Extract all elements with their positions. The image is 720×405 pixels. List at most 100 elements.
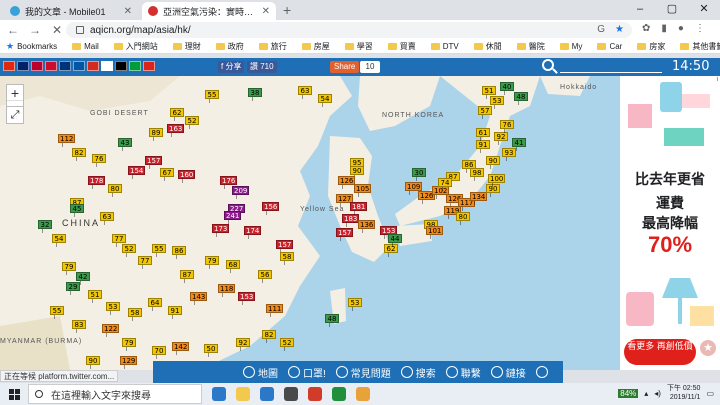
aqi-marker[interactable]: 29 (66, 282, 80, 295)
taskbar-clock[interactable]: 下午 02:50 2019/11/1 (667, 384, 700, 402)
aqi-marker[interactable]: 82 (262, 330, 276, 343)
tab-aqicn[interactable]: 亞洲空氣污染：實時空氣質量指數地圖 ✕ (142, 2, 276, 20)
address-bar[interactable]: aqicn.org/map/asia/hk/ G ★ (66, 22, 632, 38)
bookmark-bookmarks[interactable]: Bookmarks (17, 42, 57, 51)
bookmark-folder[interactable]: 買賣 (387, 41, 416, 52)
aqi-marker[interactable]: 87 (180, 270, 194, 283)
aqi-marker[interactable]: 79 (122, 338, 136, 351)
aqi-marker[interactable]: 76 (92, 154, 106, 167)
aqi-marker[interactable]: 118 (218, 284, 236, 297)
nav-mask[interactable]: 口罩! (288, 365, 326, 380)
nav-contact[interactable]: 聯繫 (445, 365, 481, 380)
aqi-marker[interactable]: 48 (514, 92, 528, 105)
back-arrow-icon[interactable]: ← (4, 23, 22, 37)
fullscreen-icon[interactable]: ⤢ (6, 106, 24, 124)
aqi-marker[interactable]: 153 (238, 292, 256, 305)
bookmark-folder[interactable]: 休閒 (473, 41, 502, 52)
aqi-marker[interactable]: 111 (266, 304, 284, 317)
aqi-marker[interactable]: 58 (280, 252, 294, 265)
aqi-marker[interactable]: 51 (482, 86, 496, 99)
aqi-marker[interactable]: 154 (128, 166, 146, 179)
aqi-marker[interactable]: 52 (122, 244, 136, 257)
nav-map[interactable]: 地圖 (243, 365, 278, 380)
aqi-marker[interactable]: 90 (486, 156, 500, 169)
aqi-marker[interactable]: 64 (148, 298, 162, 311)
aqi-marker[interactable]: 67 (160, 168, 174, 181)
aqi-marker[interactable]: 42 (76, 272, 90, 285)
aqi-marker[interactable]: 181 (350, 202, 368, 215)
bookmark-star-icon[interactable]: ★ (615, 24, 624, 35)
aqi-marker[interactable]: 92 (236, 338, 250, 351)
aqi-marker[interactable]: 55 (152, 244, 166, 257)
language-flag-icon[interactable] (59, 61, 71, 71)
aqi-marker[interactable]: 77 (112, 234, 126, 247)
aqi-marker[interactable]: 74 (438, 178, 452, 191)
maximize-window-button[interactable]: ▢ (656, 0, 688, 20)
aqi-marker[interactable]: 79 (62, 262, 76, 275)
aqi-marker[interactable]: 90 (350, 166, 364, 179)
aqi-marker[interactable]: 143 (190, 292, 208, 305)
aqi-marker[interactable]: 105 (354, 184, 372, 197)
aqi-marker[interactable]: 76 (500, 120, 514, 133)
extension-icon[interactable]: ✿ (642, 23, 650, 34)
bookmark-folder[interactable]: 政府 (215, 41, 244, 52)
bookmark-folder[interactable]: My (559, 42, 582, 51)
language-flag-icon[interactable] (73, 61, 85, 71)
aqi-marker[interactable]: 157 (336, 228, 354, 241)
bookmark-folder[interactable]: 理財 (172, 41, 201, 52)
aqi-marker[interactable]: 86 (172, 246, 186, 259)
share-button[interactable]: Share (330, 61, 360, 73)
ad-panel[interactable]: i 比去年更省 運費 最高降幅 70% 看更多 再創低價 ★ (620, 76, 720, 370)
battery-indicator[interactable]: 84% (618, 388, 639, 398)
aqi-marker[interactable]: 160 (178, 170, 196, 183)
zoom-in-button[interactable]: + (7, 85, 23, 101)
language-flag-icon[interactable] (3, 61, 15, 71)
like-button[interactable]: 讚 710 (247, 61, 277, 73)
aqi-marker[interactable]: 53 (348, 298, 362, 311)
aqi-marker[interactable]: 178 (88, 176, 106, 189)
bookmark-folder[interactable]: 旅行 (258, 41, 287, 52)
aqi-marker[interactable]: 68 (226, 260, 240, 273)
aqi-marker[interactable]: 109 (405, 182, 423, 195)
aqi-marker[interactable]: 86 (462, 160, 476, 173)
aqi-marker[interactable]: 41 (512, 138, 526, 151)
nav-links[interactable]: 鏈接 (490, 365, 526, 380)
language-flag-icon[interactable] (129, 61, 141, 71)
taskbar-app-icon[interactable] (236, 387, 250, 401)
aqi-marker[interactable]: 63 (298, 86, 312, 99)
aqi-marker[interactable]: 83 (72, 320, 86, 333)
aqi-marker[interactable]: 142 (172, 342, 190, 355)
aqi-marker[interactable]: 112 (58, 134, 76, 147)
aqi-marker[interactable]: 134 (470, 192, 488, 205)
search-input[interactable] (560, 72, 662, 73)
language-flag-icon[interactable] (45, 61, 57, 71)
aqi-marker[interactable]: 80 (108, 184, 122, 197)
bookmark-folder[interactable]: 學習 (344, 41, 373, 52)
aqi-marker[interactable]: 90 (86, 356, 100, 369)
taskbar-app-icon[interactable] (308, 387, 322, 401)
aqi-marker[interactable]: 70 (152, 346, 166, 359)
cast-icon[interactable]: ▮ (661, 23, 667, 34)
taskbar-search-input[interactable]: 在這裡輸入文字來搜尋 (28, 384, 202, 404)
taskbar-app-icon[interactable] (260, 387, 274, 401)
aqi-marker[interactable]: 43 (118, 138, 132, 151)
aqi-marker[interactable]: 45 (70, 204, 84, 217)
aqi-marker[interactable]: 157 (276, 240, 294, 253)
reload-icon[interactable]: ✕ (48, 23, 66, 37)
aqi-marker[interactable]: 48 (325, 314, 339, 327)
ad-more-button[interactable]: 看更多 再創低價 (624, 339, 696, 365)
notification-icon[interactable]: ▭ (706, 389, 714, 398)
aqi-marker[interactable]: 56 (258, 270, 272, 283)
aqi-marker[interactable]: 91 (168, 306, 182, 319)
close-window-button[interactable]: ✕ (688, 0, 720, 20)
aqi-marker[interactable]: 62 (170, 108, 184, 121)
aqi-marker[interactable]: 30 (412, 168, 426, 181)
aqi-marker[interactable]: 51 (88, 290, 102, 303)
aqi-marker[interactable]: 157 (145, 156, 163, 169)
aqi-marker[interactable]: 44 (388, 234, 402, 247)
aqi-marker[interactable]: 89 (149, 128, 163, 141)
aqi-marker[interactable]: 54 (318, 94, 332, 107)
aqi-marker[interactable]: 77 (138, 256, 152, 269)
language-flag-icon[interactable] (17, 61, 29, 71)
aqi-marker[interactable]: 92 (494, 132, 508, 145)
